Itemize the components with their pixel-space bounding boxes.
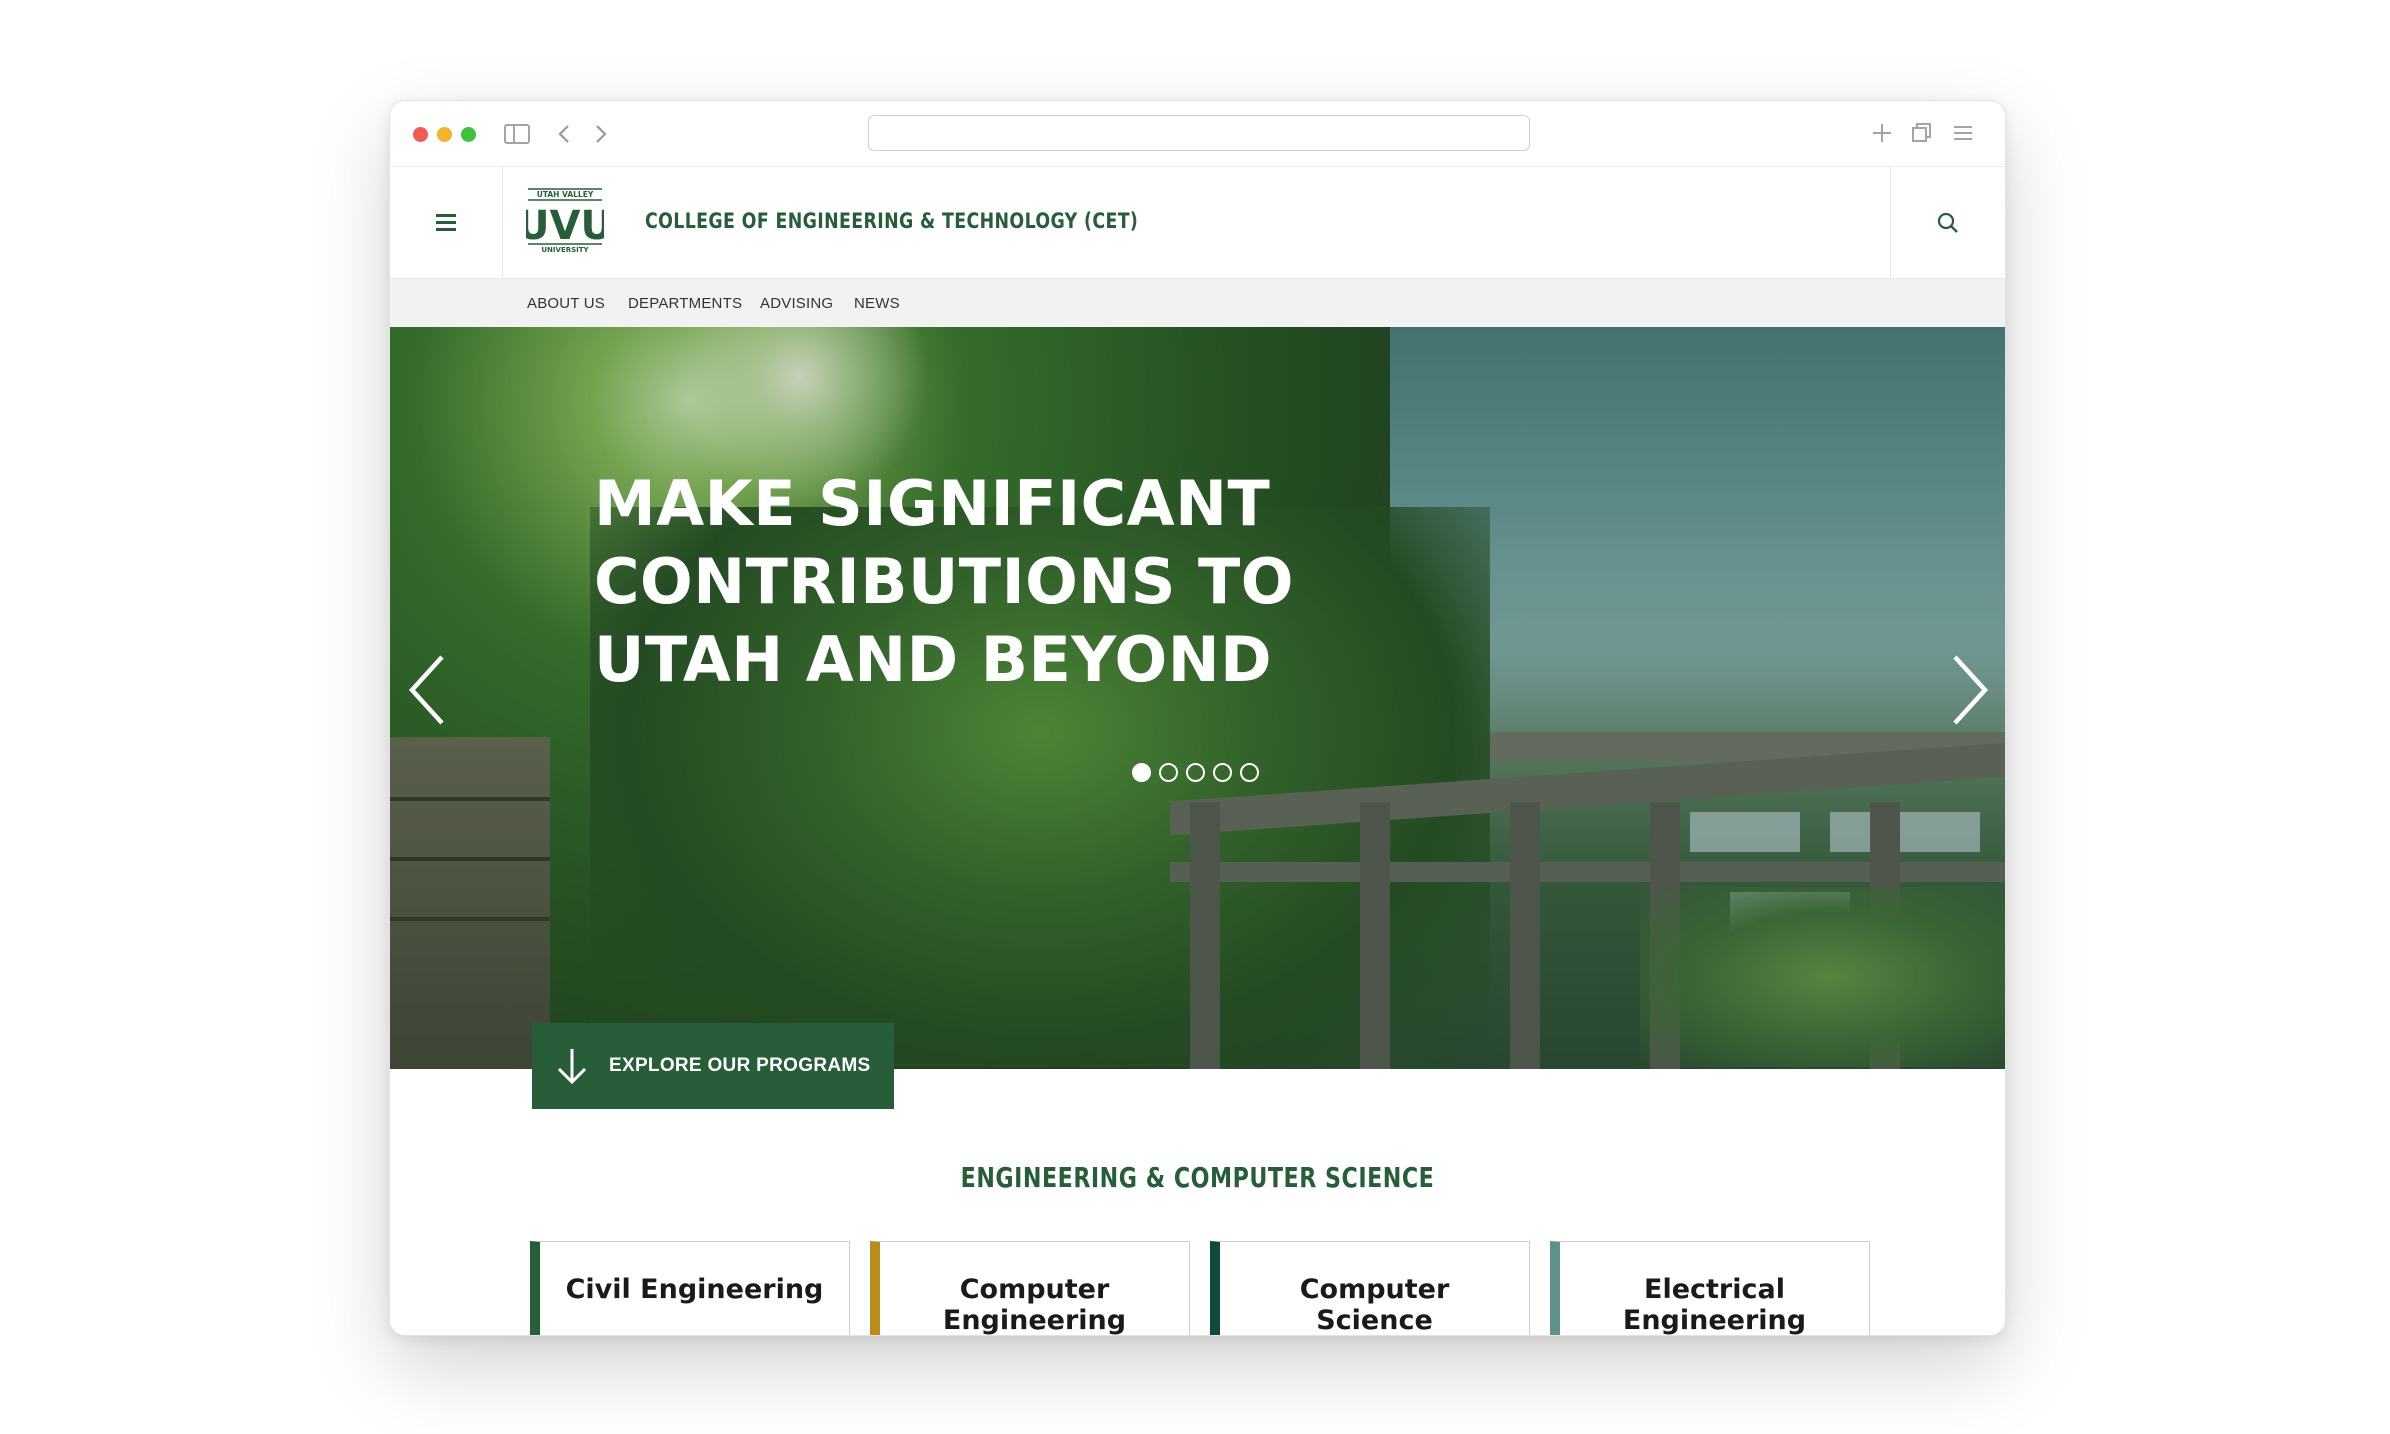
search-icon [1937,212,1958,233]
program-card-label: Computer Science [1299,1274,1450,1336]
carousel-dot-4[interactable] [1213,763,1232,782]
carousel-prev-icon[interactable] [400,635,460,745]
arrow-down-icon [557,1049,587,1085]
menu-icon[interactable] [1951,121,1975,145]
nav-news[interactable]: NEWS [854,295,900,312]
program-card-computer-engineering[interactable]: Computer Engineering [870,1241,1190,1336]
program-card-label: Electrical Engineering [1622,1274,1807,1336]
hamburger-menu-button[interactable] [390,167,503,278]
back-icon[interactable] [555,123,575,145]
carousel-dot-2[interactable] [1159,763,1178,782]
explore-programs-label: EXPLORE OUR PROGRAMS [609,1055,871,1076]
carousel-dot-3[interactable] [1186,763,1205,782]
minimize-window-button[interactable] [437,127,452,142]
program-card-civil-engineering[interactable]: Civil Engineering [530,1241,850,1335]
plus-icon[interactable] [1870,121,1894,145]
nav-advising[interactable]: ADVISING [760,295,833,312]
browser-toolbar [390,101,2005,167]
nav-departments[interactable]: DEPARTMENTS [628,295,742,312]
svg-text:UVU: UVU [526,203,604,249]
secondary-nav: ABOUT US DEPARTMENTS ADVISING NEWS [390,279,2005,327]
college-title[interactable]: COLLEGE OF ENGINEERING & TECHNOLOGY (CET… [645,209,1138,233]
nav-about-us[interactable]: ABOUT US [527,295,605,312]
carousel-dot-5[interactable] [1240,763,1259,782]
program-card-computer-science[interactable]: Computer Science [1210,1241,1530,1336]
sidebar-toggle-icon[interactable] [504,124,530,144]
hero-carousel: MAKE SIGNIFICANT CONTRIBUTIONS TO UTAH A… [390,327,2005,1069]
hero-headline-line: MAKE SIGNIFICANT [594,467,1271,540]
address-bar[interactable] [868,115,1530,151]
zoom-window-button[interactable] [461,127,476,142]
svg-text:UNIVERSITY: UNIVERSITY [541,246,589,254]
program-card-label: Computer Engineering [942,1274,1127,1336]
site-header: UTAH VALLEY UVU UNIVERSITY COLLEGE OF EN… [390,167,2005,279]
explore-programs-button[interactable]: EXPLORE OUR PROGRAMS [532,1023,894,1109]
hamburger-icon [436,212,456,233]
search-button[interactable] [1890,167,2005,278]
carousel-next-icon[interactable] [1937,635,1997,745]
program-card-electrical-engineering[interactable]: Electrical Engineering [1550,1241,1870,1336]
forward-icon[interactable] [590,123,610,145]
program-card-label: Civil Engineering [565,1274,824,1305]
uvu-logo[interactable]: UTAH VALLEY UVU UNIVERSITY [526,187,604,255]
hero-headline-line: UTAH AND BEYOND [594,623,1273,696]
svg-text:UTAH VALLEY: UTAH VALLEY [537,190,594,199]
close-window-button[interactable] [413,127,428,142]
browser-window: UTAH VALLEY UVU UNIVERSITY COLLEGE OF EN… [389,100,2006,1336]
hero-headline-line: CONTRIBUTIONS TO [594,545,1294,618]
hero-headline: MAKE SIGNIFICANT CONTRIBUTIONS TO UTAH A… [594,465,1354,699]
carousel-dots [1132,763,1267,782]
tabs-icon[interactable] [1910,121,1934,145]
section-title: ENGINEERING & COMPUTER SCIENCE [960,1161,1435,1194]
carousel-dot-1[interactable] [1132,763,1151,782]
